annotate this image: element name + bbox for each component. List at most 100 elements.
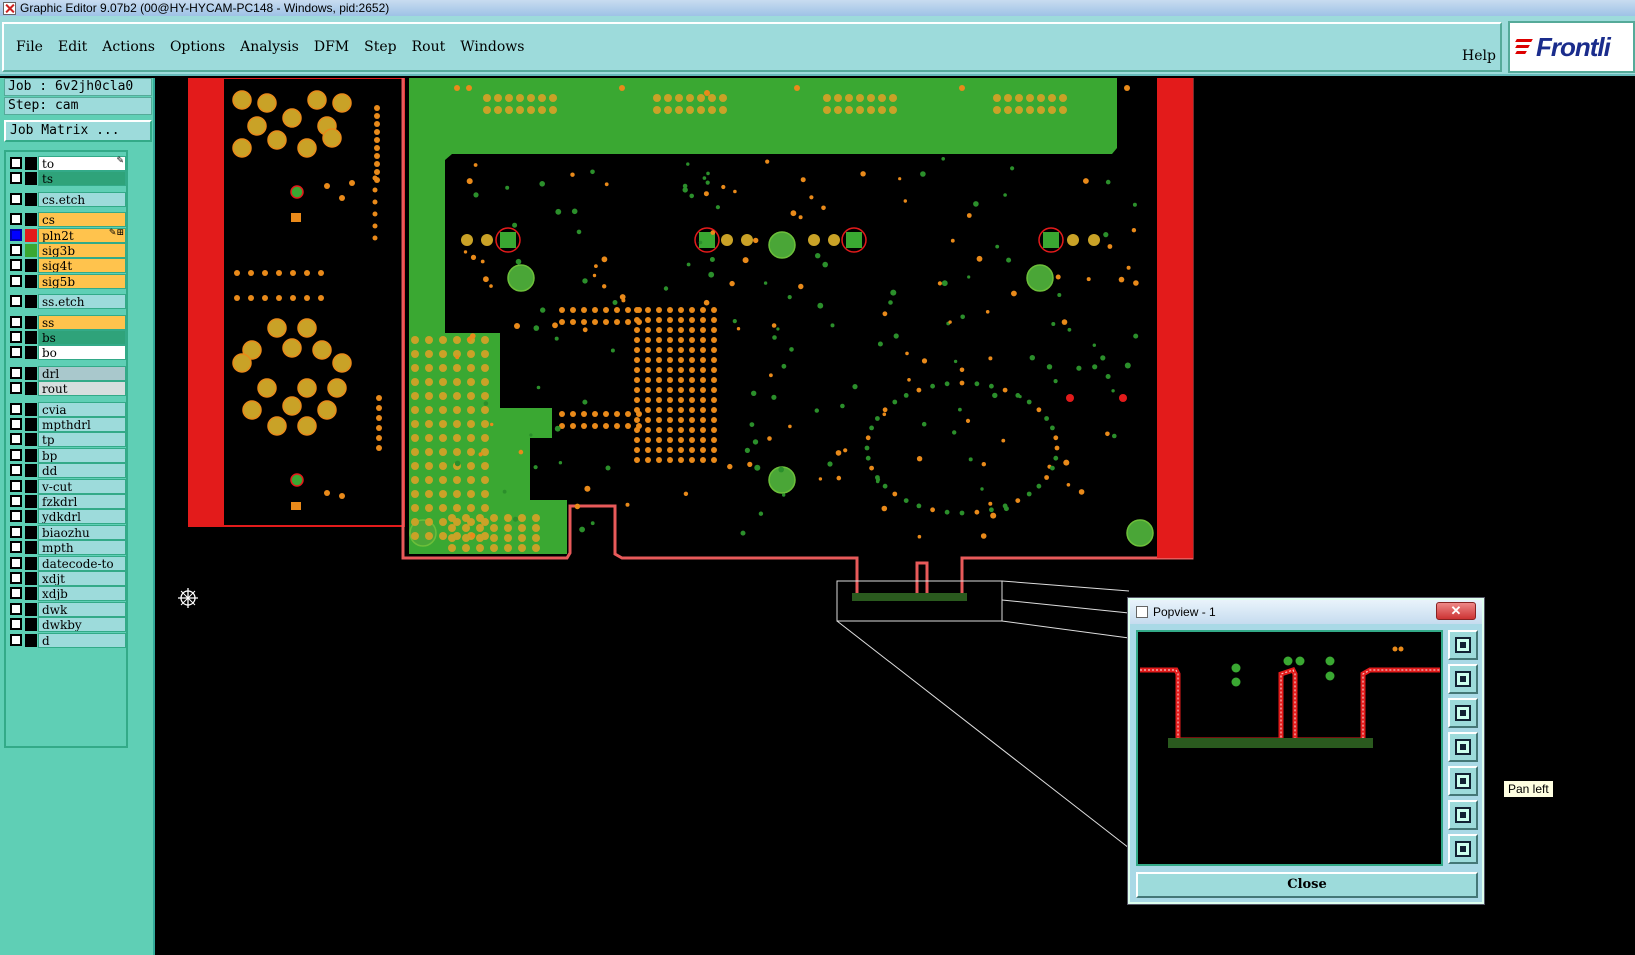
- layer-color-swatch[interactable]: [25, 259, 37, 273]
- layer-row-datecode-to[interactable]: datecode-to: [8, 555, 126, 571]
- layer-name[interactable]: dwk: [38, 601, 126, 617]
- layer-name[interactable]: sig3b: [38, 243, 126, 258]
- layer-row-cs[interactable]: cs: [8, 212, 126, 228]
- pan-down-button[interactable]: [1448, 698, 1478, 728]
- layer-checkbox[interactable]: [10, 402, 22, 415]
- layer-row-sig3b[interactable]: sig3b: [8, 243, 126, 258]
- layer-row-mpthdrl[interactable]: mpthdrl: [8, 417, 126, 432]
- layer-color-swatch[interactable]: [25, 346, 37, 360]
- layer-name[interactable]: ss: [38, 314, 126, 330]
- menu-options[interactable]: Options: [170, 39, 225, 55]
- layer-row-sig4t[interactable]: sig4t: [8, 258, 126, 274]
- layer-color-swatch[interactable]: [25, 331, 37, 344]
- zoom-home-button[interactable]: [1448, 834, 1478, 864]
- layer-name[interactable]: bo: [38, 345, 126, 361]
- layer-color-swatch[interactable]: [25, 228, 37, 242]
- layer-color-swatch[interactable]: [25, 510, 37, 524]
- layer-color-swatch[interactable]: [25, 315, 37, 329]
- layer-checkbox[interactable]: [10, 495, 22, 507]
- layer-checkbox[interactable]: [10, 572, 22, 584]
- layer-color-swatch[interactable]: [25, 366, 37, 380]
- layer-row-bo[interactable]: bo: [8, 345, 126, 361]
- layer-row-rout[interactable]: rout: [8, 381, 126, 397]
- layer-color-swatch[interactable]: [25, 213, 37, 227]
- layer-checkbox[interactable]: [10, 157, 22, 169]
- job-matrix-button[interactable]: Job Matrix ...: [4, 120, 152, 142]
- popview-close-button[interactable]: Close: [1136, 872, 1478, 898]
- layer-color-swatch[interactable]: [25, 495, 37, 508]
- layer-name[interactable]: ss.etch: [38, 294, 126, 310]
- layer-row-cs-etch[interactable]: cs.etch: [8, 191, 126, 207]
- menu-rout[interactable]: Rout: [412, 39, 446, 55]
- layer-color-swatch[interactable]: [25, 541, 37, 555]
- layer-row-biaozhu[interactable]: biaozhu: [8, 524, 126, 540]
- layer-row-dd[interactable]: dd: [8, 463, 126, 479]
- layer-checkbox[interactable]: [10, 602, 22, 615]
- layer-name[interactable]: xdjb: [38, 586, 126, 602]
- pan-left-button[interactable]: [1448, 766, 1478, 796]
- layer-name[interactable]: biaozhu: [38, 524, 126, 540]
- menu-file[interactable]: File: [16, 39, 43, 55]
- layer-checkbox[interactable]: [10, 510, 22, 523]
- layer-checkbox[interactable]: [10, 172, 22, 185]
- layer-color-swatch[interactable]: [25, 295, 37, 309]
- menu-windows[interactable]: Windows: [460, 39, 524, 55]
- layer-color-swatch[interactable]: [25, 382, 37, 396]
- layer-row-tp[interactable]: tp: [8, 432, 126, 448]
- layer-row-sig5b[interactable]: sig5b: [8, 273, 126, 289]
- layer-color-swatch[interactable]: [25, 157, 37, 170]
- layer-row-pln2t[interactable]: pln2t ✎⊞: [8, 227, 126, 243]
- zoom-window-button[interactable]: [1448, 630, 1478, 660]
- layer-row-drl[interactable]: drl: [8, 365, 126, 381]
- layer-name[interactable]: mpthdrl: [38, 417, 126, 432]
- layer-row-ss[interactable]: ss: [8, 314, 126, 330]
- layer-row-xdjb[interactable]: xdjb: [8, 586, 126, 602]
- layer-checkbox[interactable]: [10, 633, 22, 646]
- layer-name[interactable]: ts: [38, 171, 126, 187]
- layer-checkbox[interactable]: [10, 366, 22, 379]
- layer-checkbox[interactable]: [10, 418, 22, 430]
- layer-row-v-cut[interactable]: v-cut: [8, 478, 126, 494]
- menu-step[interactable]: Step: [364, 39, 396, 55]
- layer-name[interactable]: cs: [38, 212, 126, 228]
- layer-color-swatch[interactable]: [25, 618, 37, 632]
- layer-row-mpth[interactable]: mpth: [8, 540, 126, 556]
- menu-analysis[interactable]: Analysis: [240, 39, 299, 55]
- layer-name[interactable]: bs: [38, 330, 126, 345]
- layer-name[interactable]: rout: [38, 381, 126, 397]
- layer-color-swatch[interactable]: [25, 172, 37, 186]
- menu-help[interactable]: Help: [1462, 48, 1496, 64]
- layer-checkbox[interactable]: [10, 346, 22, 359]
- layer-color-swatch[interactable]: [25, 602, 37, 616]
- layer-color-swatch[interactable]: [25, 479, 37, 493]
- layer-color-swatch[interactable]: [25, 556, 37, 570]
- layer-row-cvia[interactable]: cvia: [8, 401, 126, 417]
- menu-dfm[interactable]: DFM: [314, 39, 349, 55]
- menu-edit[interactable]: Edit: [58, 39, 87, 55]
- popview-close-x-button[interactable]: ✕: [1436, 602, 1476, 620]
- layer-checkbox[interactable]: [10, 479, 22, 492]
- layer-checkbox[interactable]: [10, 192, 22, 205]
- layer-checkbox[interactable]: [10, 556, 22, 569]
- layer-name[interactable]: d: [38, 632, 126, 648]
- window-titlebar[interactable]: Graphic Editor 9.07b2 (00@HY-HYCAM-PC148…: [0, 0, 1635, 16]
- layer-name[interactable]: mpth: [38, 540, 126, 556]
- fit-all-button[interactable]: [1448, 800, 1478, 830]
- layer-checkbox[interactable]: [10, 315, 22, 328]
- layer-color-swatch[interactable]: [25, 525, 37, 539]
- layer-color-swatch[interactable]: [25, 448, 37, 462]
- layer-color-swatch[interactable]: [25, 274, 37, 288]
- layer-checkbox[interactable]: [10, 295, 22, 308]
- layer-checkbox[interactable]: [10, 331, 22, 343]
- layer-name[interactable]: ydkdrl: [38, 509, 126, 525]
- pan-right-button[interactable]: [1448, 732, 1478, 762]
- layer-checkbox[interactable]: [10, 433, 22, 446]
- layer-row-to[interactable]: to ✎: [8, 156, 126, 171]
- menu-actions[interactable]: Actions: [102, 39, 155, 55]
- layer-name[interactable]: v-cut: [38, 478, 126, 494]
- layer-row-xdjt[interactable]: xdjt: [8, 571, 126, 586]
- layer-name[interactable]: fzkdrl: [38, 494, 126, 509]
- layer-row-dwk[interactable]: dwk: [8, 601, 126, 617]
- layer-row-fzkdrl[interactable]: fzkdrl: [8, 494, 126, 509]
- layer-checkbox[interactable]: [10, 274, 22, 287]
